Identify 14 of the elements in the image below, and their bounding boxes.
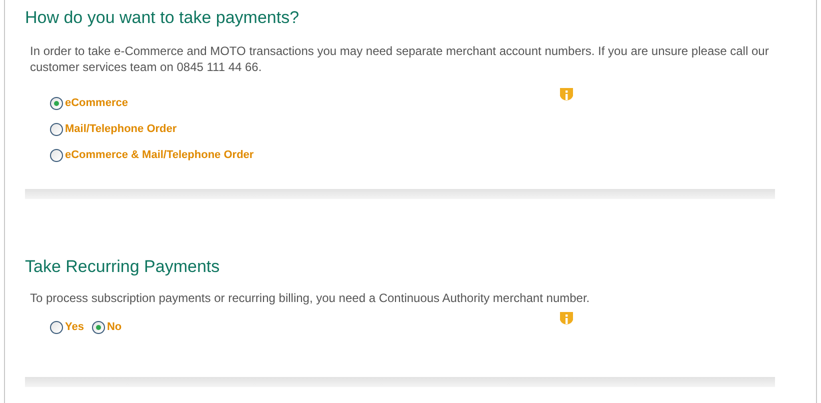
radio-button[interactable] bbox=[50, 96, 63, 110]
section-heading: How do you want to take payments? bbox=[25, 7, 300, 29]
radio-button[interactable] bbox=[50, 122, 63, 136]
radio-button[interactable] bbox=[50, 148, 63, 162]
radio-button[interactable] bbox=[92, 320, 105, 334]
description-text: In order to take e-Commerce and MOTO transactions you may need separate merchant account numbers. If you are unsure please call our customer services team on 0845 111 44 66. bbox=[29, 43, 770, 75]
option-label[interactable]: No bbox=[106, 318, 122, 336]
radio-button[interactable] bbox=[50, 320, 63, 334]
option-label[interactable]: eCommerce & Mail/Telephone Order bbox=[65, 146, 254, 164]
section-heading: Take Recurring Payments bbox=[25, 256, 221, 278]
option-label[interactable]: Yes bbox=[65, 318, 84, 336]
option-label[interactable]: eCommerce bbox=[65, 94, 128, 112]
option-label[interactable]: Mail/Telephone Order bbox=[65, 120, 177, 138]
description-text: To process subscription payments or recurring billing, you need a Continuous Authority merchant number. bbox=[29, 290, 591, 306]
